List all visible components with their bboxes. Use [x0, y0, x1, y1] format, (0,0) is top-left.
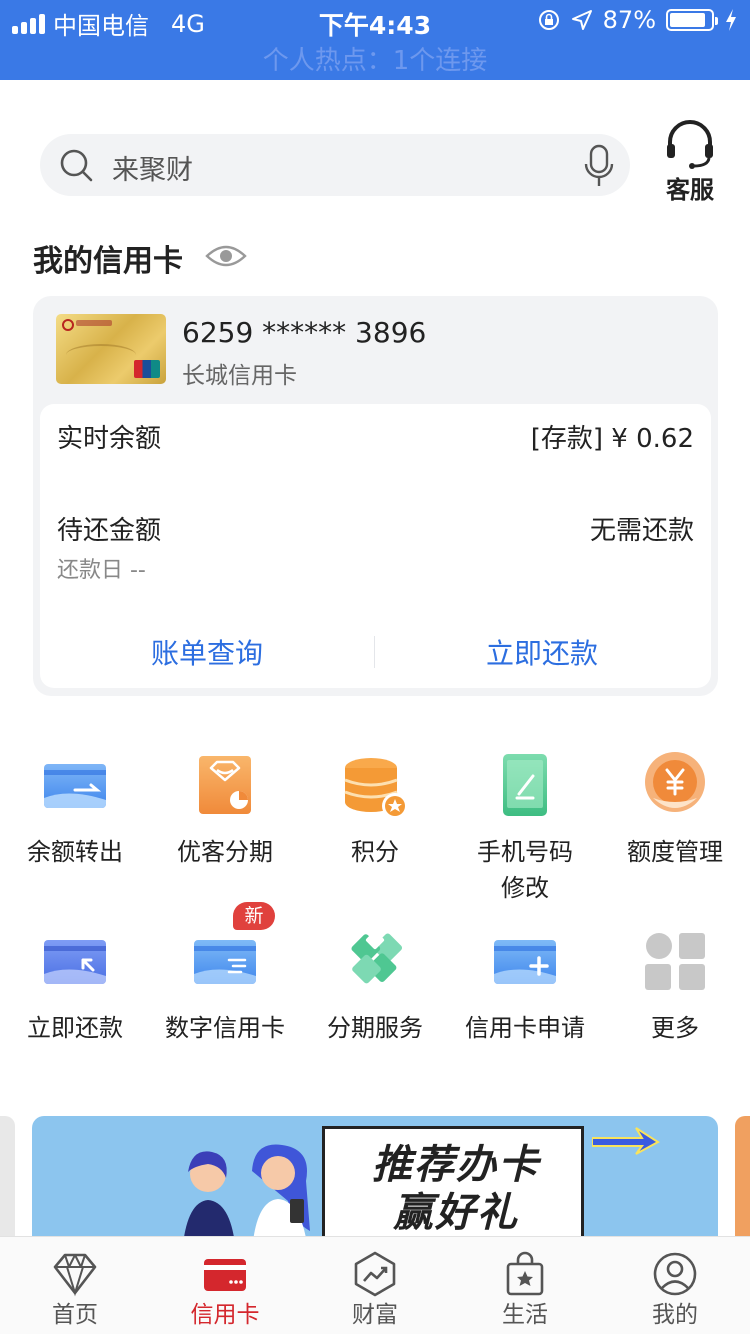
promo-text: 推荐办卡 赢好礼 [341, 1141, 571, 1237]
card-image[interactable] [56, 314, 166, 384]
tab-home[interactable]: 首页 [0, 1237, 150, 1334]
service-balance-transfer[interactable]: 余额转出 [0, 752, 150, 870]
promo-line1: 推荐办卡 [372, 1142, 540, 1188]
tab-label: 我的 [652, 1302, 698, 1328]
status-bar: 中国电信 4G 下午4:43 87% 个人热点：1个连接 [0, 0, 750, 80]
service-phone-change[interactable]: 手机号码 修改 [450, 752, 600, 906]
card-details: 实时余额 [存款] ¥ 0.62 待还金额 无需还款 还款日 -- 账单查询 立… [40, 404, 711, 688]
promo-line2: 赢好礼 [393, 1190, 519, 1236]
tab-credit-card[interactable]: 信用卡 [150, 1237, 300, 1334]
tab-label: 生活 [502, 1302, 548, 1328]
location-arrow-icon [571, 10, 592, 30]
eye-icon[interactable] [205, 242, 247, 270]
card-number: 6259 ****** 3896 [182, 316, 427, 349]
great-wall-art [66, 344, 136, 366]
card-name: 长城信用卡 [182, 363, 297, 389]
arrow-decoration-icon [592, 1127, 660, 1155]
service-installment-service[interactable]: 分期服务 [300, 928, 450, 1046]
service-label: 数字信用卡 [165, 1014, 285, 1042]
customer-service-label: 客服 [666, 176, 714, 204]
repay-now-button[interactable]: 立即还款 [392, 632, 692, 672]
search-icon [60, 149, 93, 182]
digital-card-icon: 新 [189, 902, 275, 1000]
tab-mine[interactable]: 我的 [600, 1237, 750, 1334]
service-label-line2: 修改 [501, 874, 549, 902]
service-label: 手机号码 修改 [450, 834, 600, 906]
more-grid-icon [639, 928, 711, 1000]
search-input[interactable]: 来聚财 [112, 148, 193, 187]
service-label: 优客分期 [177, 838, 273, 866]
diamond-icon [53, 1253, 97, 1297]
due-amount-value: 无需还款 [589, 516, 694, 546]
service-installment[interactable]: 优客分期 [150, 752, 300, 870]
service-card-apply[interactable]: 信用卡申请 [450, 928, 600, 1046]
installment-service-icon [339, 928, 411, 1000]
service-label: 立即还款 [27, 1014, 123, 1042]
unionpay-logo [134, 360, 160, 378]
tab-label: 首页 [52, 1302, 98, 1328]
hotspot-banner[interactable]: 个人热点：1个连接 [0, 40, 750, 77]
action-divider [374, 636, 375, 668]
tab-bar: 首页 信用卡 财富 生活 我的 [0, 1236, 750, 1334]
installment-bag-icon [189, 752, 261, 824]
shopping-bag-icon [506, 1251, 544, 1296]
tab-label: 财富 [352, 1302, 398, 1328]
tab-life[interactable]: 生活 [450, 1237, 600, 1334]
service-label: 余额转出 [27, 838, 123, 866]
service-label-line1: 手机号码 [477, 838, 573, 866]
balance-label: 实时余额 [57, 424, 162, 454]
wealth-chart-icon [354, 1251, 396, 1297]
card-repay-icon [39, 928, 111, 1000]
bank-name-mark [76, 320, 112, 326]
card-apply-icon [489, 928, 561, 1000]
service-label: 分期服务 [327, 1014, 423, 1042]
service-label: 积分 [351, 838, 399, 866]
credit-card-icon [204, 1259, 246, 1291]
promo-card: 推荐办卡 赢好礼 [322, 1126, 584, 1246]
banner-prev-peek[interactable] [0, 1116, 15, 1246]
battery-icon [666, 9, 718, 31]
credit-limit-yuan-icon [639, 752, 711, 824]
illustration-person-icon [252, 1144, 310, 1246]
balance-value: [存款] ¥ 0.62 [530, 424, 694, 454]
promo-banner[interactable]: 推荐办卡 赢好礼 [32, 1116, 718, 1246]
user-profile-icon [653, 1252, 697, 1296]
search-bar[interactable]: 来聚财 [40, 134, 630, 196]
service-more[interactable]: 更多 [600, 928, 750, 1046]
service-digital-card[interactable]: 新 数字信用卡 [150, 902, 300, 1046]
tab-label: 信用卡 [190, 1302, 260, 1328]
battery-percent: 87% [602, 6, 656, 34]
rotation-lock-icon [538, 10, 559, 30]
status-right: 87% [537, 6, 738, 34]
service-credit-limit[interactable]: 额度管理 [600, 752, 750, 870]
service-points[interactable]: 积分 [300, 752, 450, 870]
service-label: 额度管理 [627, 838, 723, 866]
section-title: 我的信用卡 [33, 244, 183, 279]
credit-card-panel: 6259 ****** 3896 长城信用卡 实时余额 [存款] ¥ 0.62 … [33, 296, 718, 696]
customer-service-button[interactable]: 客服 [660, 120, 720, 205]
points-coins-icon [339, 752, 411, 824]
banner-next-peek[interactable] [735, 1116, 750, 1246]
tab-wealth[interactable]: 财富 [300, 1237, 450, 1334]
service-label: 信用卡申请 [465, 1014, 585, 1042]
charging-bolt-icon [726, 9, 736, 31]
service-repay-now[interactable]: 立即还款 [0, 928, 150, 1046]
phone-edit-icon [489, 752, 561, 824]
due-date-label: 还款日 -- [57, 558, 146, 583]
bank-logo [62, 319, 74, 331]
microphone-icon[interactable] [582, 144, 616, 188]
due-amount-label: 待还金额 [57, 516, 162, 546]
new-badge: 新 [233, 902, 275, 930]
card-transfer-icon [39, 752, 111, 824]
bill-query-button[interactable]: 账单查询 [57, 632, 357, 672]
service-label: 更多 [651, 1014, 699, 1042]
headset-icon [667, 120, 713, 169]
